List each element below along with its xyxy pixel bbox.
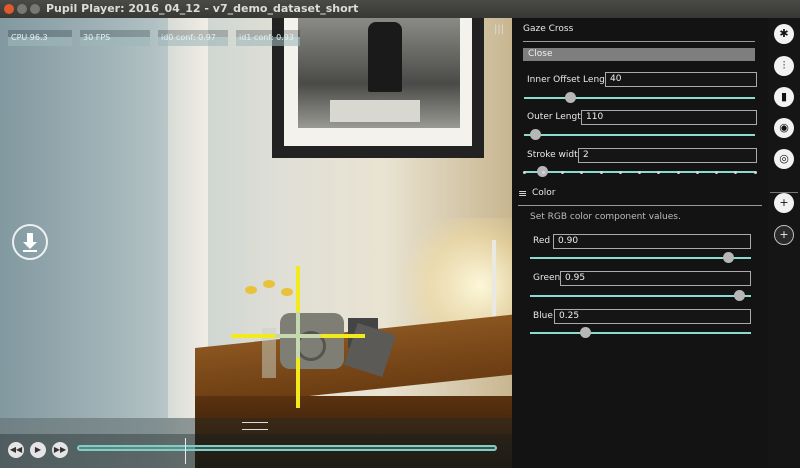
crosshair-icon[interactable]: + [774,193,794,213]
blue-slider-knob[interactable] [579,327,591,338]
slider-tick [541,170,545,174]
inner-offset-input[interactable]: 40 [605,72,757,87]
close-window-button[interactable] [4,4,14,14]
slider-tick [657,170,661,174]
trim-handle[interactable] [242,422,268,430]
color-section-title: Color [532,188,556,198]
slider-tick [676,170,680,174]
seek-track[interactable] [77,445,497,451]
cpu-graph: CPU 96.3 [8,30,72,46]
target-icon[interactable]: ◎ [774,149,794,169]
window-controls [4,4,40,14]
slider-tick [618,170,622,174]
slider-tick [734,170,738,174]
blue-input[interactable]: 0.25 [554,309,751,324]
stroke-width-input[interactable]: 2 [578,148,757,163]
flower [281,288,293,296]
title-bar: Pupil Player: 2016_04_12 - v7_demo_datas… [0,0,800,18]
slider-tick [638,170,641,174]
id0-label: id0 conf: 0.97 [161,33,216,42]
maximize-window-button[interactable] [30,4,40,14]
flower [263,280,275,288]
id1-label: id1 conf: 0.93 [239,33,294,42]
eye-icon[interactable]: ◉ [774,118,794,138]
blue-label: Blue [533,311,553,321]
inner-offset-label: Inner Offset Length [527,75,615,85]
red-label: Red [533,236,551,246]
panel-title: Gaze Cross [523,24,574,34]
sliders-icon[interactable]: ⫶ [774,56,794,76]
green-label: Green [533,273,561,283]
stroke-width-label: Stroke width [527,150,584,160]
blue-slider[interactable] [530,332,751,334]
color-divider [518,205,762,206]
flower [245,286,257,294]
slider-tick [695,170,699,174]
inner-offset-slider[interactable] [524,97,755,99]
window-title: Pupil Player: 2016_04_12 - v7_demo_datas… [46,2,359,15]
download-button[interactable] [12,224,48,260]
crosshair-add-icon[interactable]: + [774,225,794,245]
color-menu-icon[interactable]: ≡ [518,187,527,200]
outer-length-slider-knob[interactable] [530,129,542,140]
fps-graph: 30 FPS [80,30,150,46]
red-input[interactable]: 0.90 [553,234,751,249]
id0-confidence-graph: id0 conf: 0.97 [158,30,228,46]
rewind-button[interactable]: ◀◀ [8,442,24,458]
seek-bar-area [0,434,512,468]
outer-length-slider[interactable] [524,134,755,136]
performance-graphs: CPU 96.3 30 FPS id0 conf: 0.97 id1 conf:… [8,30,300,48]
play-button[interactable]: ▶ [30,442,46,458]
minimize-window-button[interactable] [17,4,27,14]
inner-offset-slider-knob[interactable] [564,92,576,103]
close-panel-button[interactable]: Close [523,48,755,61]
flowers [245,280,295,312]
download-arrow-tip [23,242,37,249]
slider-tick [753,170,757,174]
fps-label: 30 FPS [83,33,111,42]
fast-forward-button[interactable]: ▶▶ [52,442,68,458]
slider-tick [715,170,718,174]
green-input[interactable]: 0.95 [560,271,751,286]
slider-tick [522,170,526,174]
slider-tick [580,170,584,174]
photo-sign [330,100,420,122]
red-slider[interactable] [530,257,751,259]
playhead[interactable] [185,438,186,464]
outer-length-label: Outer Length [527,112,587,122]
gaze-cross-inner-horizontal [275,334,321,338]
slider-tick [561,170,564,174]
world-video[interactable] [0,18,512,468]
bar-chart-icon[interactable]: ▮ [774,87,794,107]
wall-shadow [0,18,170,418]
id1-confidence-graph: id1 conf: 0.93 [236,30,300,46]
download-bar [23,250,37,252]
cpu-label: CPU 96.3 [11,33,48,42]
panel-divider [523,41,755,42]
green-slider[interactable] [530,295,751,297]
photo-figure [368,22,402,92]
slider-tick [599,170,603,174]
gear-icon[interactable]: ✱ [774,24,794,44]
outer-length-input[interactable]: 110 [581,110,757,125]
menu-handle-icon[interactable]: ||| [494,24,504,35]
color-description: Set RGB color component values. [530,212,681,222]
